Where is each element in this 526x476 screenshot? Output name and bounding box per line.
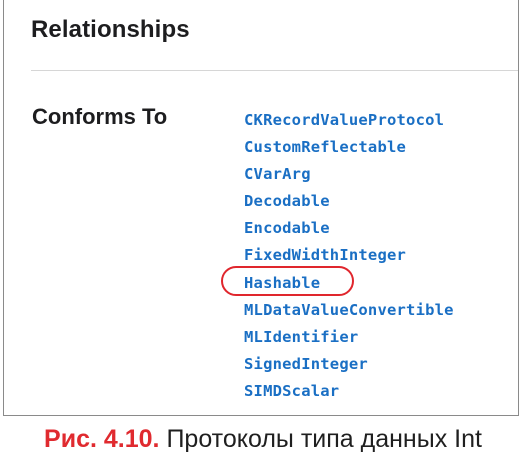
protocol-link-hashable[interactable]: Hashable: [244, 274, 320, 292]
protocol-list: CKRecordValueProtocol CustomReflectable …: [221, 109, 454, 407]
list-item: Hashable: [221, 265, 454, 299]
caption-text: Протоколы типа данных Int: [159, 425, 482, 453]
figure-caption: Рис. 4.10. Протоколы типа данных Int: [0, 425, 526, 454]
list-item: MLDataValueConvertible: [244, 299, 454, 326]
protocol-link-customreflectable[interactable]: CustomReflectable: [244, 138, 406, 156]
list-item: Decodable: [244, 190, 454, 217]
protocol-link-decodable[interactable]: Decodable: [244, 192, 330, 210]
list-item: SignedInteger: [244, 353, 454, 380]
protocol-link-cvararg[interactable]: CVarArg: [244, 165, 311, 183]
list-item: SIMDScalar: [244, 380, 454, 407]
protocol-link-signedinteger[interactable]: SignedInteger: [244, 355, 368, 373]
protocol-link-simdscalar[interactable]: SIMDScalar: [244, 382, 339, 400]
list-item: CKRecordValueProtocol: [244, 109, 454, 136]
list-item: CustomReflectable: [244, 136, 454, 163]
list-item: MLIdentifier: [244, 326, 454, 353]
protocol-link-ckrecordvalueprotocol[interactable]: CKRecordValueProtocol: [244, 111, 444, 129]
divider: [31, 70, 518, 71]
list-item: CVarArg: [244, 163, 454, 190]
documentation-panel: Relationships Conforms To CKRecordValueP…: [3, 0, 519, 416]
section-heading: Relationships: [31, 16, 190, 43]
conforms-to-label: Conforms To: [32, 104, 168, 129]
protocol-link-fixedwidthinteger[interactable]: FixedWidthInteger: [244, 246, 406, 264]
figure-number: Рис. 4.10.: [44, 425, 160, 453]
protocol-link-encodable[interactable]: Encodable: [244, 219, 330, 237]
list-item: Encodable: [244, 217, 454, 244]
protocol-link-mlidentifier[interactable]: MLIdentifier: [244, 328, 358, 346]
list-item: FixedWidthInteger: [244, 244, 454, 271]
protocol-link-mldatavalueconvertible[interactable]: MLDataValueConvertible: [244, 301, 454, 319]
